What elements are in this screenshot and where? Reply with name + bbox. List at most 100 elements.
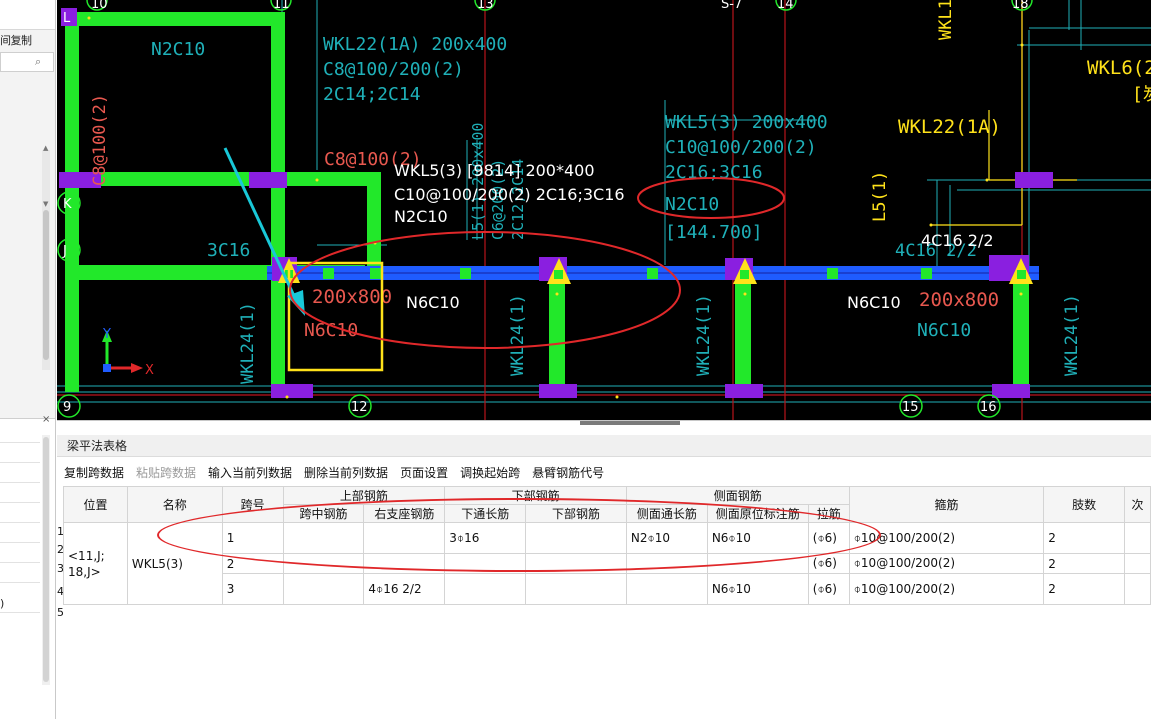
axis-label-9: 9 [63, 400, 71, 415]
left-panel-search-input[interactable] [0, 52, 54, 72]
header-name: 名称 [126, 486, 223, 523]
axis-label-l: L [63, 11, 71, 26]
annotation-wkl22-a: WKL22(1A) 200x400 [323, 34, 507, 55]
cell-legs[interactable]: 2 [1043, 553, 1125, 574]
cad-drawing-canvas[interactable]: 10 11 13 S-7 14 18 L K J 9 12 15 16 WKL2… [57, 0, 1151, 420]
cell-span[interactable]: 2 [221, 553, 284, 574]
annotation-wkl24-d: WKL24(1) [1062, 294, 1082, 376]
header-legs: 肢数 [1043, 486, 1125, 523]
cell-mid[interactable] [282, 573, 365, 605]
left-lower-scrollbar[interactable] [42, 435, 50, 685]
cell-stirrup[interactable]: ⌽10@100/200(2) [848, 573, 1045, 605]
page-setup-button[interactable]: 页面设置 [400, 464, 448, 481]
annotation-wkl24-b: WKL24(1) [508, 294, 528, 376]
ucs-y-label: Y [102, 327, 111, 342]
cell-bottom-through[interactable] [444, 553, 527, 574]
paste-span-button[interactable]: 粘贴跨数据 [136, 464, 196, 481]
cell-next[interactable] [1123, 573, 1151, 605]
cell-bottom[interactable] [525, 553, 627, 574]
table-row[interactable]: 3 4⌽16 2/2 N6⌽10 (⌽6) ⌽10@100/200(2) 2 [64, 573, 1151, 605]
cell-position[interactable]: <11,J; 18,J> [63, 522, 128, 605]
axis-label-13: 13 [477, 0, 494, 12]
annotation-n2c10-top: N2C10 [151, 39, 205, 60]
cell-span[interactable]: 1 [221, 522, 284, 554]
list-divider [0, 522, 40, 523]
cell-bottom-through[interactable]: 3⌽16 [444, 522, 527, 554]
splitter-handle[interactable] [580, 421, 680, 425]
list-divider [0, 582, 40, 583]
scrollbar-thumb[interactable] [43, 437, 49, 682]
table-row[interactable]: 2 (⌽6) ⌽10@100/200(2) 2 [64, 553, 1151, 574]
list-item-label: ) [0, 597, 5, 610]
header-position: 位置 [63, 486, 128, 523]
cell-side-through[interactable] [625, 573, 708, 605]
label-4c16: 4C16 2/2 [921, 231, 994, 250]
axis-label-12: 12 [351, 400, 368, 415]
header-bottom-bars: 下部钢筋 [525, 504, 627, 523]
close-icon[interactable]: × [42, 414, 50, 425]
beam-table-panel: 梁平法表格 复制跨数据 粘贴跨数据 输入当前列数据 删除当前列数据 页面设置 调… [57, 433, 1151, 719]
cell-side-orig[interactable]: N6⌽10 [706, 522, 809, 554]
search-icon[interactable]: ⌕ [35, 55, 41, 69]
app-window: 间复制 ⌕ ▲ ▼ × ) 10 11 13 S-7 14 18 L K J 9… [0, 0, 1151, 719]
cell-next[interactable] [1123, 522, 1151, 554]
scrollbar-thumb[interactable] [43, 210, 49, 360]
cell-right[interactable]: 4⌽16 2/2 [363, 573, 446, 605]
cell-side-through[interactable]: N2⌽10 [625, 522, 708, 554]
cell-bottom[interactable] [525, 573, 627, 605]
cell-side-orig[interactable] [706, 553, 809, 574]
cell-mid[interactable] [282, 522, 365, 554]
cell-next[interactable] [1123, 553, 1151, 574]
popup-line-1: WKL5(3) [9814] 200*400 [394, 161, 595, 180]
axis-label-15: 15 [902, 400, 919, 415]
annotation-size-a: 200x800 [312, 286, 392, 308]
table-toolbar: 复制跨数据 粘贴跨数据 输入当前列数据 删除当前列数据 页面设置 调换起始跨 悬… [57, 461, 609, 483]
header-span: 跨号 [221, 486, 284, 523]
cell-tie[interactable]: (⌽6) [807, 553, 850, 574]
cell-right[interactable] [363, 553, 446, 574]
panel-title: 梁平法表格 [57, 435, 1151, 457]
scroll-up-icon[interactable]: ▲ [43, 144, 48, 152]
copy-between-floors-button[interactable]: 间复制 [0, 32, 32, 48]
list-divider [0, 442, 40, 443]
scroll-down-icon[interactable]: ▼ [43, 200, 48, 208]
label-n6c10-b: N6C10 [847, 293, 901, 312]
row-number: 5 [57, 606, 64, 619]
list-divider [0, 502, 40, 503]
cell-bottom[interactable] [525, 522, 627, 554]
cell-tie[interactable]: (⌽6) [807, 522, 850, 554]
axis-label-18: 18 [1012, 0, 1029, 12]
cantilever-code-button[interactable]: 悬臂钢筋代号 [532, 464, 604, 481]
list-divider [0, 562, 40, 563]
cell-bottom-through[interactable] [444, 573, 527, 605]
axis-label-16: 16 [980, 400, 997, 415]
popup-line-2: C10@100/200(2) 2C16;3C16 [394, 185, 625, 204]
header-top-rebar: 上部钢筋 [282, 486, 446, 505]
swap-start-span-button[interactable]: 调换起始跨 [460, 464, 520, 481]
cell-span[interactable]: 3 [221, 573, 284, 605]
cell-legs[interactable]: 2 [1043, 522, 1125, 554]
annotation-l5: L5(1) [870, 171, 890, 222]
cell-tie[interactable]: (⌽6) [807, 573, 850, 605]
copy-span-button[interactable]: 复制跨数据 [64, 464, 124, 481]
table-row[interactable]: <11,J; 18,J> WKL5(3) 1 3⌽16 N2⌽10 N6⌽10 … [63, 522, 1151, 605]
cell-stirrup[interactable]: ⌽10@100/200(2) [848, 553, 1045, 574]
panel-splitter[interactable] [57, 420, 1151, 433]
cell-stirrup[interactable]: ⌽10@100/200(2) [848, 522, 1045, 554]
cell-right[interactable] [363, 522, 446, 554]
input-column-button[interactable]: 输入当前列数据 [208, 464, 292, 481]
axis-label-14: 14 [777, 0, 794, 12]
cell-side-through[interactable] [625, 553, 708, 574]
annotation-c8-vertical: C8@100(2) [90, 94, 110, 186]
cell-mid[interactable] [282, 553, 365, 574]
left-side-panel: 间复制 ⌕ ▲ ▼ × ) [0, 0, 56, 719]
left-panel-scrollbar[interactable] [42, 150, 50, 370]
delete-column-button[interactable]: 删除当前列数据 [304, 464, 388, 481]
annotation-size-b-n: N6C10 [917, 320, 971, 341]
cell-name[interactable]: WKL5(3) [126, 522, 223, 605]
cad-drawing[interactable]: 10 11 13 S-7 14 18 L K J 9 12 15 16 WKL2… [57, 0, 1151, 420]
axis-label-j: J [62, 244, 67, 259]
cell-side-orig[interactable]: N6⌽10 [706, 573, 809, 605]
cell-legs[interactable]: 2 [1043, 573, 1125, 605]
annotation-wkl22-c: 2C14;2C14 [323, 84, 421, 105]
